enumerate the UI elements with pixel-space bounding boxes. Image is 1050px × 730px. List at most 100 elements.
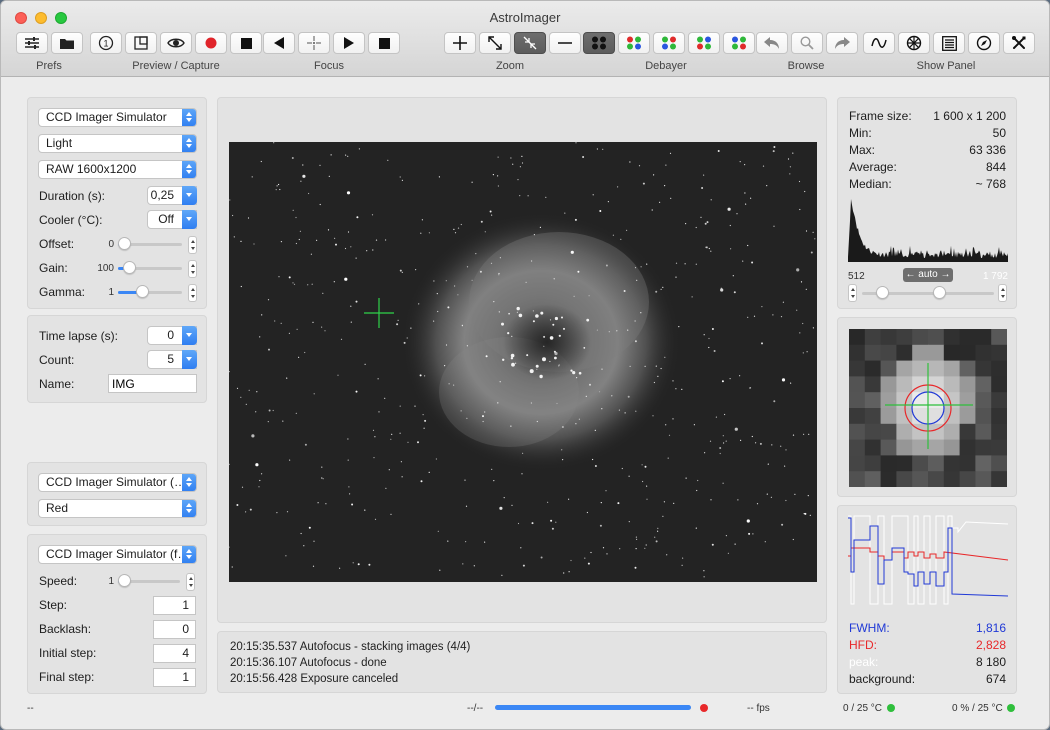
hfd-history-line [848, 547, 1008, 561]
mono-dots-icon [592, 36, 606, 50]
wheel-device-value: CCD Imager Simulator (… [46, 475, 187, 489]
final-step-label: Final step: [39, 670, 95, 684]
capture-button[interactable] [195, 32, 227, 54]
gbrg-dots-icon [697, 36, 711, 50]
show-log-panel-button[interactable] [933, 32, 965, 54]
focus-out-button[interactable] [333, 32, 365, 54]
focus-history-chart [848, 515, 1008, 605]
histogram-high-knob[interactable] [933, 286, 947, 299]
filter-wheel-icon [906, 35, 922, 51]
speed-slider[interactable] [118, 574, 180, 588]
offset-slider[interactable] [118, 237, 182, 251]
zoom-in-button[interactable] [444, 32, 476, 54]
background-value: 674 [985, 672, 1006, 686]
show-wheel-panel-button[interactable] [898, 32, 930, 54]
focus-in-button[interactable] [263, 32, 295, 54]
debayer-none-button[interactable] [583, 32, 615, 54]
zoom-actual-button[interactable] [514, 32, 546, 54]
gain-slider-knob[interactable] [123, 261, 137, 274]
stop-capture-button[interactable] [230, 32, 262, 54]
stop-icon [378, 37, 390, 49]
stop-icon [240, 37, 252, 49]
debayer-group-label: Debayer [645, 60, 687, 72]
duration-combo[interactable]: 0,25 [147, 186, 197, 205]
image-view[interactable] [229, 142, 817, 582]
gain-stepper[interactable] [188, 260, 197, 278]
final-step-field[interactable]: 1 [153, 668, 196, 687]
debayer-bggr-button[interactable] [723, 32, 755, 54]
offset-slider-knob[interactable] [118, 237, 131, 250]
gamma-stepper[interactable] [188, 284, 197, 302]
log-line: 20:15:56.428 Exposure canceled [230, 673, 399, 685]
show-focus-panel-button[interactable] [863, 32, 895, 54]
backlash-field[interactable]: 0 [153, 620, 196, 639]
histogram-high-stepper[interactable] [998, 284, 1007, 302]
hfd-row: HFD: 2,828 [849, 638, 1006, 654]
show-tools-panel-button[interactable] [1003, 32, 1035, 54]
astroimager-window: AstroImager Prefs 1 Preview / Capture Fo… [0, 0, 1050, 730]
show-guider-panel-button[interactable] [968, 32, 1000, 54]
zoom-fit-button[interactable] [479, 32, 511, 54]
offset-stepper[interactable] [188, 236, 197, 254]
gamma-slider-knob[interactable] [135, 285, 149, 298]
step-field[interactable]: 1 [153, 596, 196, 615]
browse-group-label: Browse [787, 60, 825, 72]
zoom-out-button[interactable] [549, 32, 581, 54]
preview-button[interactable] [160, 32, 192, 54]
select-star-button[interactable] [298, 32, 330, 54]
subframe-button[interactable] [125, 32, 157, 54]
browse-forward-button[interactable] [826, 32, 858, 54]
preview-capture-group-label: Preview / Capture [132, 60, 220, 72]
status-bar: -- --/-- -- fps 0 / 25 °C 0 % / 25 °C [1, 699, 1049, 729]
fwhm-row: FWHM: 1,816 [849, 621, 1006, 637]
name-input[interactable] [108, 374, 197, 393]
browse-search-button[interactable] [791, 32, 823, 54]
rggb-dots-icon [627, 36, 641, 50]
background-row: background: 674 [849, 672, 1006, 688]
histogram-low-stepper[interactable] [848, 284, 857, 302]
wheel-device-select[interactable]: CCD Imager Simulator (… [38, 473, 197, 492]
average-row: Average: 844 [849, 160, 1006, 176]
triangle-right-icon [344, 37, 354, 49]
speed-stepper[interactable] [186, 573, 195, 591]
time-lapse-combo[interactable]: 0 [147, 326, 197, 345]
browse-group [756, 32, 861, 54]
preferences-button[interactable] [16, 32, 48, 54]
triangle-left-icon [274, 37, 284, 49]
background-label: background: [849, 672, 916, 686]
histogram-low-knob[interactable] [876, 286, 890, 299]
cooler-combo[interactable]: Off [147, 210, 197, 229]
debayer-grbg-button[interactable] [653, 32, 685, 54]
single-preview-button[interactable]: 1 [90, 32, 122, 54]
frame-format-select[interactable]: RAW 1600x1200 [38, 160, 197, 179]
focuser-device-select[interactable]: CCD Imager Simulator (f… [38, 545, 197, 564]
filter-select[interactable]: Red [38, 499, 197, 518]
histogram-range-slider[interactable] [862, 286, 994, 300]
gamma-slider[interactable] [118, 285, 182, 299]
bggr-dots-icon [732, 36, 746, 50]
hfd-label: HFD: [849, 638, 877, 652]
gain-slider[interactable] [118, 261, 182, 275]
max-row: Max: 63 336 [849, 143, 1006, 159]
log-line: 20:15:35.537 Autofocus - stacking images… [230, 641, 471, 653]
median-value: ~ 768 [975, 177, 1006, 191]
speed-slider-knob[interactable] [118, 574, 131, 587]
min-label: Min: [849, 126, 872, 140]
initial-step-label: Initial step: [39, 646, 97, 660]
frame-type-select[interactable]: Light [38, 134, 197, 153]
count-combo[interactable]: 5 [147, 350, 197, 369]
ccd-device-select[interactable]: CCD Imager Simulator [38, 108, 197, 127]
debayer-gbrg-button[interactable] [688, 32, 720, 54]
initial-step-field[interactable]: 4 [153, 644, 196, 663]
median-row: Median: ~ 768 [849, 177, 1006, 193]
frame-size-row: Frame size: 1 600 x 1 200 [849, 109, 1006, 125]
frame-size-label: Frame size: [849, 109, 912, 123]
debayer-rggb-button[interactable] [618, 32, 650, 54]
capture-progress-fill [495, 705, 691, 710]
browse-back-button[interactable] [756, 32, 788, 54]
open-folder-button[interactable] [51, 32, 83, 54]
duration-label: Duration (s): [39, 189, 106, 203]
histogram-auto-button[interactable]: ← auto → [903, 268, 953, 282]
stop-focus-button[interactable] [368, 32, 400, 54]
wave-icon [871, 38, 887, 48]
